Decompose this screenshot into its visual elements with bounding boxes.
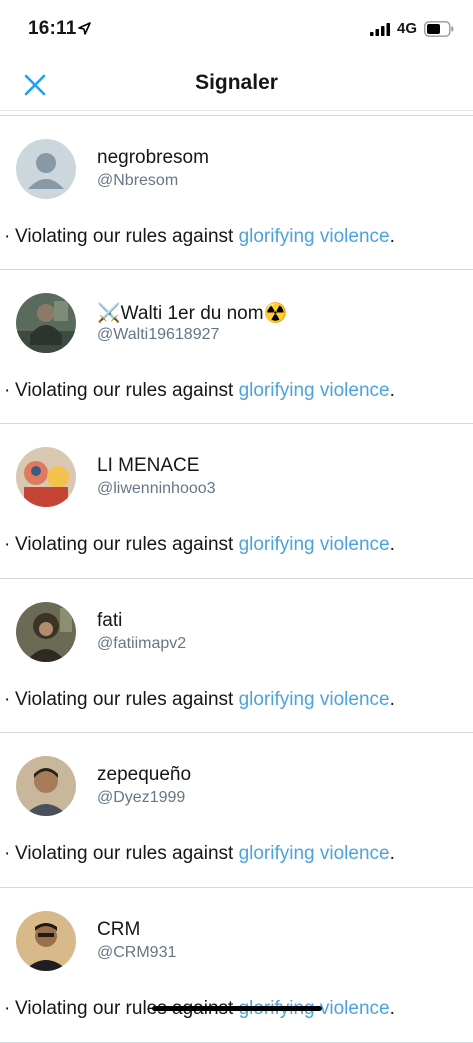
signal-bars-icon [370,23,390,36]
navigation-bar: Signaler [0,58,473,111]
reason-link[interactable]: glorifying violence [239,380,390,401]
bullet: · [4,688,11,710]
home-indicator[interactable] [152,1006,322,1011]
report-reason: ·Violating our rules against glorifying … [4,380,395,402]
report-item[interactable]: fati @fatiimapv2 · Violating our rules ag… [0,579,473,734]
reason-suffix: . [389,379,395,401]
reason-text: Violating our rules against [15,534,239,556]
account-handle: @Walti19618927 [97,325,220,343]
report-reason: ·Violating our rules against glorifying … [4,226,395,248]
avatar[interactable] [16,910,76,971]
battery-icon [424,21,454,37]
account-handle: @fatiimapv2 [97,634,187,652]
avatar[interactable] [16,139,76,199]
report-item[interactable]: CRM @CRM931 · Violating our rules against… [0,888,473,1043]
reason-suffix: . [389,997,395,1019]
bullet: · [4,843,11,865]
reason-suffix: . [389,534,395,556]
avatar[interactable] [16,447,76,508]
report-item[interactable]: negrobresom @Nbresom · Violating our rule… [0,115,473,270]
account-handle: @CRM931 [97,943,177,961]
account-handle: @liwenninhooo3 [97,480,216,498]
default-avatar-icon [16,139,76,199]
reason-link[interactable]: glorifying violence [239,226,390,247]
location-arrow-icon [78,22,91,35]
report-item[interactable]: LI MENACE @liwenninhooo3 · Violating our … [0,424,473,579]
reason-suffix: . [389,843,395,865]
avatar[interactable] [16,292,76,353]
profile-photo [16,756,76,817]
reason-text: Violating our rules against [15,843,239,865]
display-name: LI MENACE [97,455,200,477]
reason-link[interactable]: glorifying violence [239,689,390,710]
avatar[interactable] [16,601,76,662]
status-bar: 16:11 4G [0,0,473,58]
report-reason: ·Violating our rules against glorifying … [4,534,395,556]
display-name: fati [97,609,123,631]
report-reason: ·Violating our rules against glorifying … [4,689,395,711]
profile-photo [16,447,76,508]
avatar[interactable] [16,756,76,817]
network-type-label: 4G [397,20,418,37]
status-time: 16:11 [28,18,77,39]
bullet: · [4,379,11,401]
display-name: ⚔️Walti 1er du nom☢️ [97,302,288,324]
profile-photo [16,910,76,971]
reported-accounts-list: negrobresom @Nbresom · Violating our rule… [0,115,473,1043]
page-title: Signaler [195,71,278,94]
report-item[interactable]: zepequeño @Dyez1999 · Violating our rules… [0,733,473,888]
profile-photo [16,292,76,353]
display-name: zepequeño [97,764,192,786]
reason-text: Violating our rules against [15,688,239,710]
reason-suffix: . [389,226,395,247]
reason-suffix: . [389,688,395,710]
reason-link[interactable]: glorifying violence [239,843,390,864]
reason-link[interactable]: glorifying violence [239,534,390,555]
profile-photo [16,601,76,662]
bullet: · [4,534,11,556]
report-item[interactable]: ⚔️Walti 1er du nom☢️ @Walti19618927 · Vio… [0,270,473,425]
account-handle: @Dyez1999 [97,789,186,807]
reason-text: Violating our rules against [15,379,239,401]
bullet: · [4,226,11,247]
reason-text: Violating our rules against [15,226,239,247]
account-handle: @Nbresom [97,172,179,189]
report-reason: ·Violating our rules against glorifying … [4,843,395,865]
display-name: negrobresom [97,147,209,168]
bullet: · [4,997,11,1019]
display-name: CRM [97,918,141,940]
